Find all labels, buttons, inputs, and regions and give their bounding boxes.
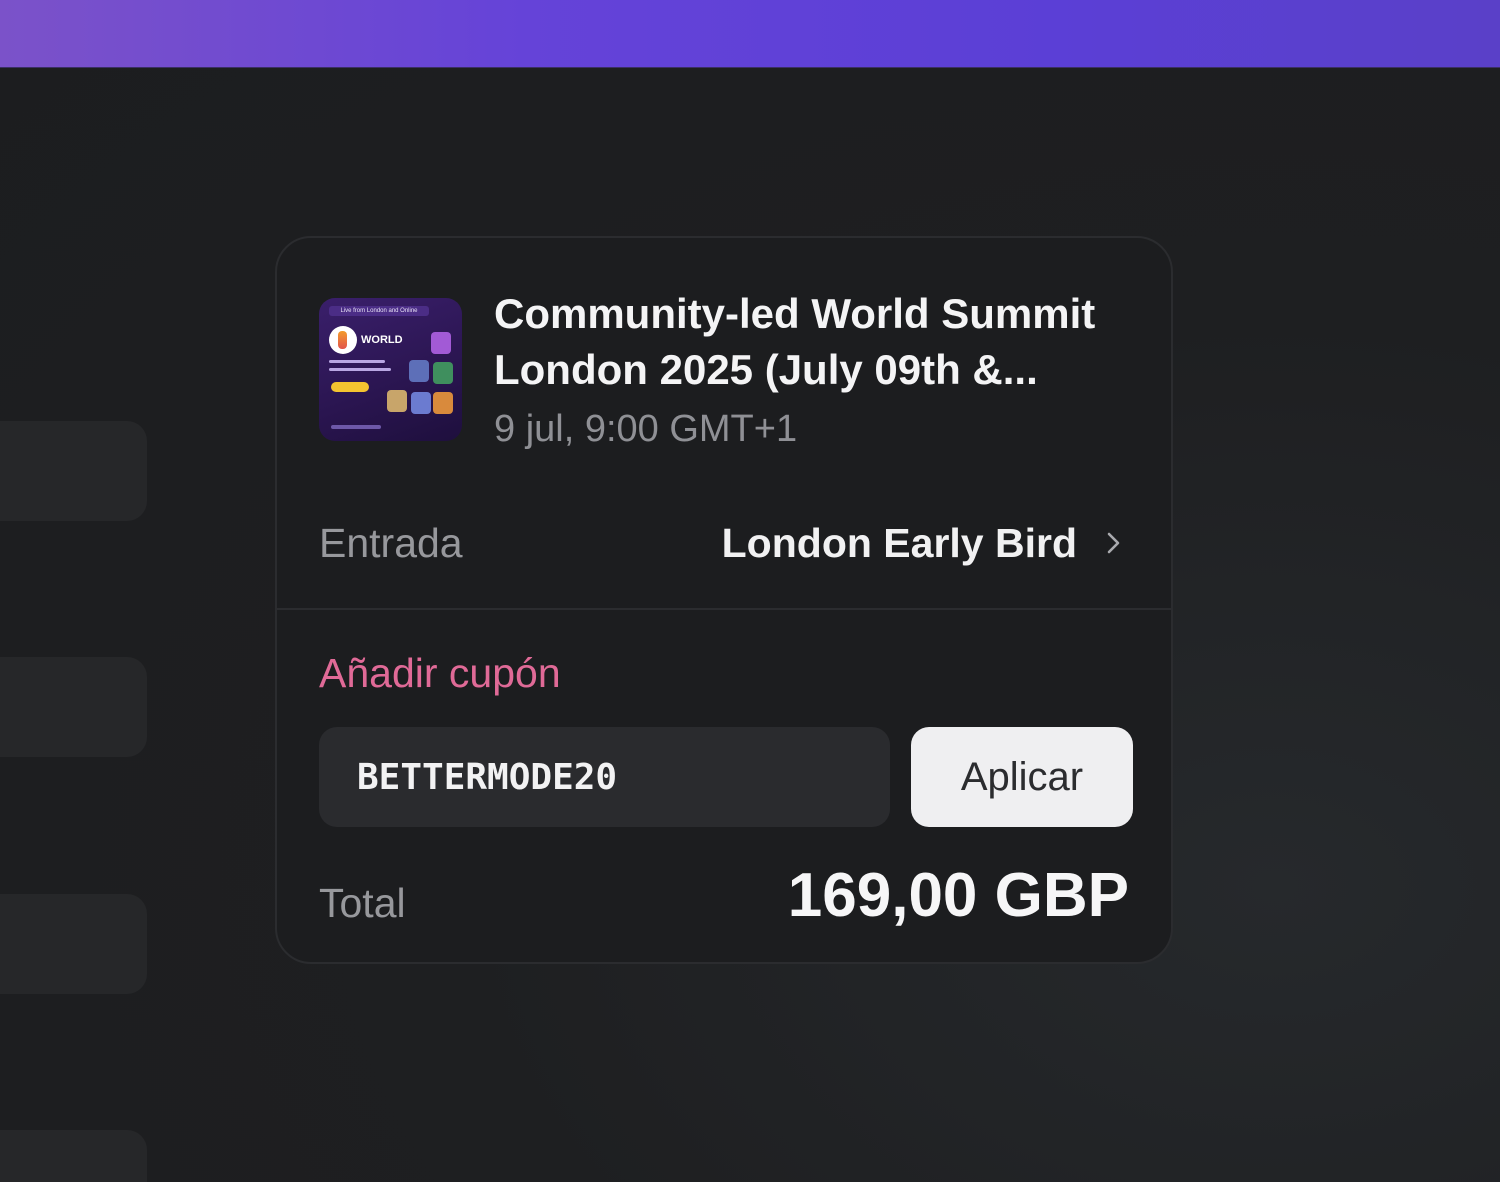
speaker-photo-icon <box>433 362 453 384</box>
speaker-photo-icon <box>409 360 429 382</box>
total-value: 169,00 GBP <box>787 861 1129 930</box>
total-label: Total <box>319 880 406 926</box>
add-coupon-link[interactable]: Añadir cupón <box>319 648 561 698</box>
ticket-value: London Early Bird <box>721 520 1077 566</box>
ticket-label: Entrada <box>319 520 463 566</box>
sidebar-item[interactable] <box>0 1130 147 1182</box>
coupon-input[interactable] <box>319 727 890 827</box>
thumbnail-text-line <box>329 360 385 363</box>
speaker-photo-icon <box>431 332 451 354</box>
thumbnail-text-line <box>329 368 391 371</box>
ticket-selector[interactable]: Entrada London Early Bird <box>319 518 1133 568</box>
thumbnail-brand: WORLD <box>361 334 403 346</box>
speaker-photo-icon <box>411 392 431 414</box>
page: Live from London and Online WORLD Commun… <box>0 0 1500 1182</box>
sidebar-item[interactable] <box>0 657 147 757</box>
thumbnail-footer <box>331 425 381 429</box>
event-thumbnail: Live from London and Online WORLD <box>319 298 462 441</box>
thumbnail-banner: Live from London and Online <box>329 306 429 316</box>
header-bar <box>0 0 1500 68</box>
chevron-right-icon[interactable] <box>1099 529 1127 557</box>
event-title: Community-led World Summit London 2025 (… <box>494 290 1096 393</box>
sidebar-item[interactable] <box>0 421 147 521</box>
speaker-photo-icon <box>387 390 407 412</box>
checkout-summary-card: Live from London and Online WORLD Commun… <box>275 236 1173 964</box>
divider <box>277 608 1171 610</box>
event-summary: Live from London and Online WORLD Commun… <box>319 286 1133 456</box>
event-date: 9 jul, 9:00 GMT+1 <box>494 408 798 450</box>
sidebar-item[interactable] <box>0 894 147 994</box>
logo-mark-icon <box>338 331 347 349</box>
apply-coupon-button[interactable]: Aplicar <box>911 727 1133 827</box>
thumbnail-cta <box>331 382 369 392</box>
speaker-photo-icon <box>433 392 453 414</box>
